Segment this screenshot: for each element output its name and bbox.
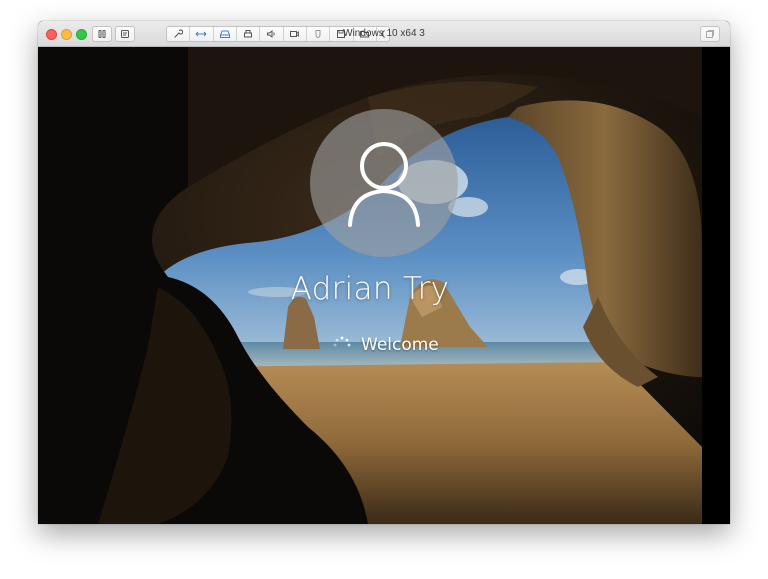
toolbar-collapse[interactable]: [377, 27, 389, 41]
printer-icon: [244, 30, 253, 38]
welcome-status: Welcome: [332, 333, 439, 357]
usb-tool[interactable]: [307, 27, 331, 41]
spinner-icon: [333, 336, 351, 347]
minimize-window-button[interactable]: [61, 29, 72, 40]
network-tool[interactable]: [190, 27, 214, 41]
device-toolbar: [166, 26, 390, 42]
zoom-window-button[interactable]: [76, 29, 87, 40]
user-icon: [348, 142, 420, 227]
vm-window: Windows 10 x64 3 Adrian Try Welcome: [38, 21, 730, 524]
fullscreen-icon: [706, 30, 714, 38]
snapshot-icon: [121, 30, 129, 38]
title-bar[interactable]: Windows 10 x64 3: [38, 21, 730, 47]
network-icon: [196, 31, 207, 37]
floppy-tool[interactable]: [330, 27, 354, 41]
sound-icon: [266, 29, 275, 39]
user-avatar: [310, 109, 458, 257]
user-name: Adrian Try: [290, 271, 450, 307]
printer-tool[interactable]: [237, 27, 261, 41]
shared-folder-icon: [360, 31, 370, 38]
floppy-icon: [337, 30, 346, 38]
hard-disk-icon: [219, 30, 230, 38]
camera-tool[interactable]: [284, 27, 307, 41]
welcome-text: Welcome: [361, 335, 439, 355]
fullscreen-button[interactable]: [700, 26, 720, 42]
snapshot-button[interactable]: [115, 26, 135, 42]
pause-button[interactable]: [92, 26, 112, 42]
settings-tool[interactable]: [167, 27, 191, 41]
pause-icon: [98, 30, 106, 38]
chevron-left-icon: [380, 30, 385, 38]
hard-disk-tool[interactable]: [214, 27, 237, 41]
shared-folder-tool[interactable]: [354, 27, 377, 41]
camera-icon: [290, 31, 300, 37]
vm-screen[interactable]: Adrian Try Welcome: [38, 47, 702, 524]
close-window-button[interactable]: [46, 29, 57, 40]
wrench-icon: [174, 29, 184, 38]
sound-tool[interactable]: [260, 27, 284, 41]
usb-icon: [315, 30, 321, 39]
